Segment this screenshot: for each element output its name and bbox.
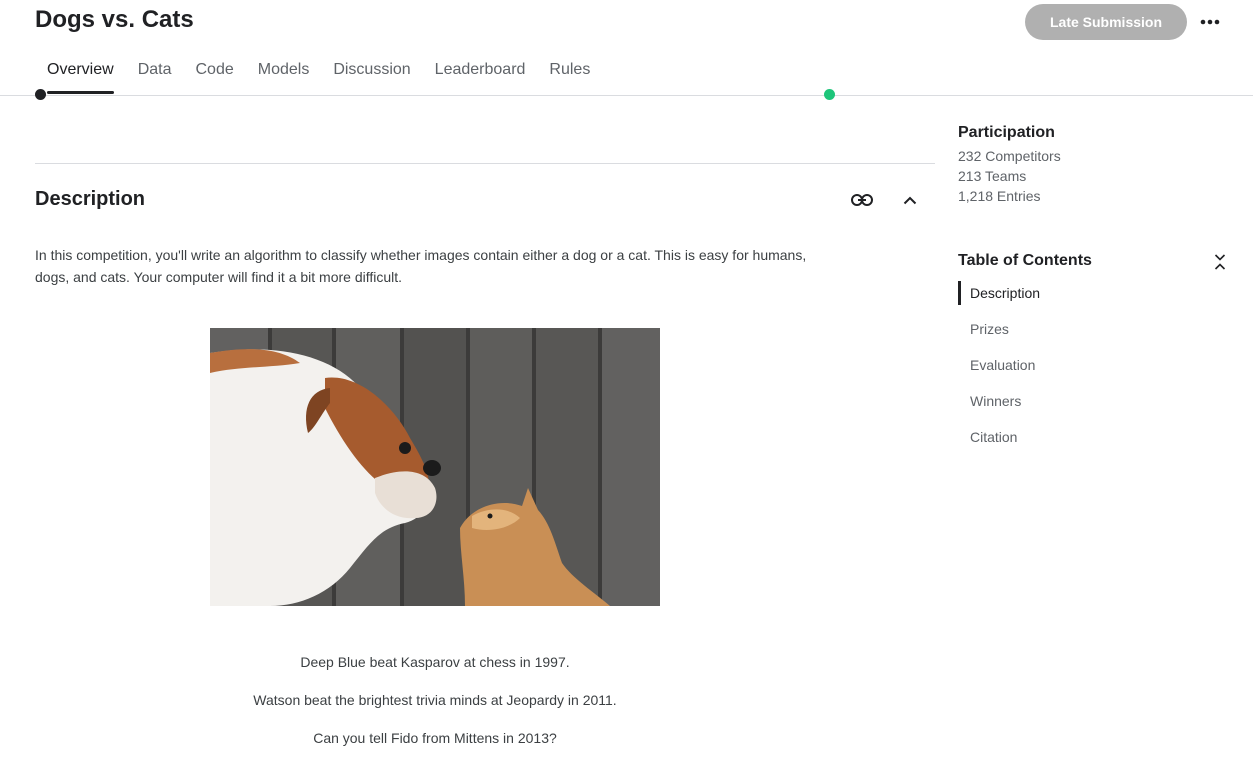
timeline-start-marker [35, 89, 46, 100]
toc-title: Table of Contents [958, 252, 1092, 269]
timeline-current-marker [824, 89, 835, 100]
toc-item-winners[interactable]: Winners [958, 389, 1158, 413]
quote-line: Deep Blue beat Kasparov at chess in 1997… [300, 654, 570, 670]
section-divider [35, 163, 935, 164]
toc-item-prizes[interactable]: Prizes [958, 317, 1158, 341]
tab-code[interactable]: Code [183, 58, 245, 94]
tab-leaderboard[interactable]: Leaderboard [423, 58, 538, 94]
page-header: Dogs vs. Cats Late Submission Overview D… [0, 0, 1253, 96]
section-title: Description [35, 188, 146, 210]
late-submission-button[interactable]: Late Submission [1025, 4, 1187, 40]
competitors-count: 232 Competitors [958, 148, 1061, 164]
tab-discussion[interactable]: Discussion [321, 58, 422, 94]
entries-count: 1,218 Entries [958, 188, 1041, 204]
quote-line: Watson beat the brightest trivia minds a… [253, 692, 617, 708]
chevron-up-icon [903, 196, 917, 204]
collapse-vertical-icon [1214, 254, 1226, 270]
description-text: In this competition, you'll write an alg… [35, 247, 807, 285]
toc-item-evaluation[interactable]: Evaluation [958, 353, 1158, 377]
tab-models[interactable]: Models [246, 58, 322, 94]
dog-and-cat-photo [210, 328, 660, 606]
tab-overview[interactable]: Overview [35, 58, 126, 94]
collapse-section-button[interactable] [896, 186, 924, 214]
collapse-toc-button[interactable] [1206, 248, 1234, 276]
toc-item-description[interactable]: Description [958, 281, 1158, 305]
tab-bar: Overview Data Code Models Discussion Lea… [35, 58, 602, 94]
link-icon [851, 194, 873, 206]
participation-title: Participation [958, 124, 1055, 141]
quote-line: Can you tell Fido from Mittens in 2013? [313, 730, 557, 746]
tab-rules[interactable]: Rules [537, 58, 602, 94]
copy-link-button[interactable] [848, 186, 876, 214]
tab-data[interactable]: Data [126, 58, 184, 94]
more-options-button[interactable] [1196, 8, 1224, 36]
toc-item-citation[interactable]: Citation [958, 425, 1158, 449]
page-title: Dogs vs. Cats [35, 6, 194, 33]
teams-count: 213 Teams [958, 168, 1027, 184]
more-horizontal-icon [1200, 19, 1220, 25]
